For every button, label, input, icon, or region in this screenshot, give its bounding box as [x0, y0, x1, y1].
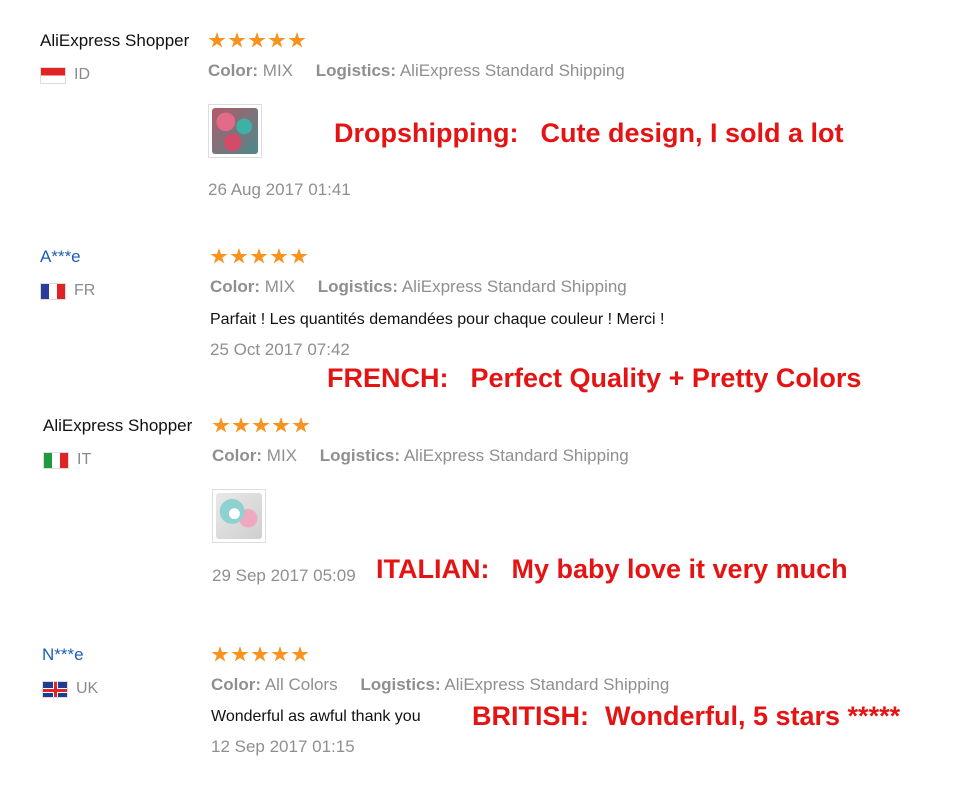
country-code: FR	[74, 282, 96, 299]
star-icon	[228, 32, 246, 48]
star-icon	[292, 417, 310, 433]
flag-indonesia-icon	[40, 66, 66, 84]
country-code: IT	[77, 451, 92, 468]
star-icon	[290, 248, 308, 264]
logistics-value: AliExpress Standard Shipping	[403, 446, 629, 465]
annotation-overlay: Dropshipping: Cute design, I sold a lot	[334, 118, 844, 149]
annotation-text: My baby love it very much	[511, 554, 848, 584]
logistics-label: Logistics:	[319, 446, 401, 465]
color-value: MIX	[264, 277, 296, 296]
flag-italy-icon	[43, 451, 69, 469]
review-date: 29 Sep 2017 05:09	[212, 566, 356, 585]
color-label: Color:	[212, 446, 263, 465]
logistics-value: AliExpress Standard Shipping	[401, 277, 627, 296]
star-icon	[250, 248, 268, 264]
review-date: 26 Aug 2017 01:41	[208, 180, 351, 199]
star-rating	[211, 646, 309, 663]
annotation-tag: BRITISH:	[472, 701, 589, 731]
star-rating	[212, 417, 310, 434]
color-value: MIX	[266, 446, 298, 465]
order-info: Color: MIX Logistics: AliExpress Standar…	[212, 446, 629, 466]
color-label: Color:	[208, 61, 259, 80]
reviewer-name[interactable]: AliExpress Shopper	[40, 31, 189, 51]
order-info: Color: All Colors Logistics: AliExpress …	[211, 675, 669, 695]
reviewer-country: FR	[40, 282, 95, 300]
review-comment: Wonderful as awful thank you	[211, 708, 421, 725]
star-icon	[251, 646, 269, 662]
color-value: MIX	[262, 61, 294, 80]
logistics-value: AliExpress Standard Shipping	[399, 61, 625, 80]
star-icon	[272, 417, 290, 433]
reviewer-name[interactable]: AliExpress Shopper	[43, 416, 192, 436]
order-info: Color: MIX Logistics: AliExpress Standar…	[208, 61, 625, 81]
review-photo-thumbnail[interactable]	[208, 104, 262, 158]
star-icon	[248, 32, 266, 48]
star-icon	[268, 32, 286, 48]
product-photo	[212, 108, 258, 154]
star-icon	[271, 646, 289, 662]
country-code: UK	[76, 680, 99, 697]
star-icon	[210, 248, 228, 264]
annotation-text: Cute design, I sold a lot	[540, 118, 844, 148]
logistics-label: Logistics:	[360, 675, 441, 694]
order-info: Color: MIX Logistics: AliExpress Standar…	[210, 277, 627, 297]
star-icon	[230, 248, 248, 264]
review-date: 12 Sep 2017 01:15	[211, 737, 355, 756]
review-photo-thumbnail[interactable]	[212, 489, 266, 543]
star-icon	[288, 32, 306, 48]
star-icon	[252, 417, 270, 433]
reviewer-country: UK	[42, 680, 98, 698]
star-icon	[211, 646, 229, 662]
star-rating	[208, 32, 306, 49]
logistics-value: AliExpress Standard Shipping	[444, 675, 670, 694]
star-icon	[291, 646, 309, 662]
annotation-overlay: ITALIAN: My baby love it very much	[376, 554, 848, 585]
color-label: Color:	[210, 277, 261, 296]
product-photo	[216, 493, 262, 539]
annotation-tag: Dropshipping:	[334, 118, 519, 148]
star-icon	[270, 248, 288, 264]
star-icon	[231, 646, 249, 662]
flag-uk-icon	[42, 680, 68, 698]
color-label: Color:	[211, 675, 262, 694]
reviewer-country: ID	[40, 66, 90, 84]
annotation-tag: ITALIAN:	[376, 554, 490, 584]
review-date: 25 Oct 2017 07:42	[210, 340, 350, 359]
star-icon	[232, 417, 250, 433]
annotation-overlay: BRITISH: Wonderful, 5 stars *****	[472, 701, 900, 732]
color-value: All Colors	[264, 675, 338, 694]
logistics-label: Logistics:	[317, 277, 399, 296]
review-comment: Parfait ! Les quantités demandées pour c…	[210, 311, 665, 328]
star-icon	[212, 417, 230, 433]
star-icon	[208, 32, 226, 48]
annotation-text: Wonderful, 5 stars *****	[605, 701, 901, 731]
flag-france-icon	[40, 282, 66, 300]
reviewer-country: IT	[43, 451, 91, 469]
reviewer-name[interactable]: N***e	[42, 645, 84, 665]
star-rating	[210, 248, 308, 265]
annotation-tag: FRENCH:	[327, 363, 449, 393]
reviewer-name[interactable]: A***e	[40, 247, 81, 267]
annotation-overlay: FRENCH: Perfect Quality + Pretty Colors	[327, 363, 861, 394]
logistics-label: Logistics:	[315, 61, 397, 80]
annotation-text: Perfect Quality + Pretty Colors	[470, 363, 862, 393]
country-code: ID	[74, 66, 90, 83]
